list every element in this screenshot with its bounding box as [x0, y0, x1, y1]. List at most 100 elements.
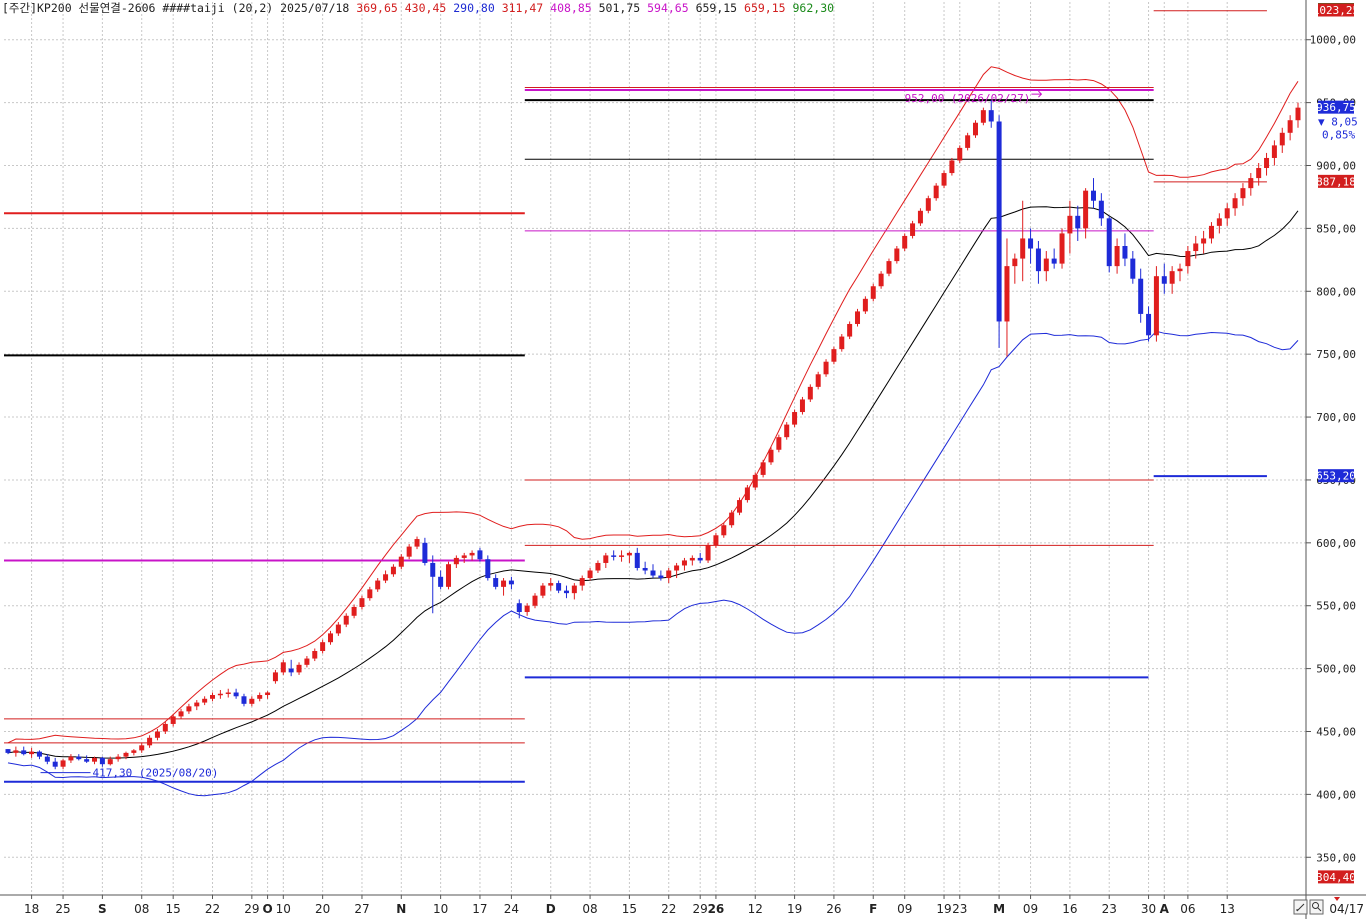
- candle-body: [949, 160, 955, 174]
- candle: [139, 742, 145, 753]
- candle-body: [862, 298, 868, 312]
- candle: [335, 622, 341, 636]
- candle-body: [548, 583, 554, 586]
- x-tick-label: 15: [622, 902, 637, 916]
- candle: [1216, 213, 1222, 234]
- candle-body: [367, 589, 373, 599]
- candle: [501, 578, 507, 596]
- header-value: 501,75: [592, 1, 640, 15]
- candle: [933, 183, 939, 201]
- candle: [1059, 228, 1065, 269]
- y-tick-label: 800,00: [1316, 285, 1356, 298]
- candle-body: [445, 564, 451, 587]
- y-axis: 350,00400,00450,00500,00550,00600,00650,…: [1305, 0, 1359, 919]
- candle: [1201, 230, 1207, 254]
- x-tick-label: F: [869, 902, 877, 916]
- candle: [870, 283, 876, 302]
- candle-body: [658, 575, 664, 579]
- candle: [1208, 222, 1214, 244]
- candle-body: [312, 650, 318, 659]
- candle: [1161, 263, 1167, 294]
- candle-body: [1153, 276, 1159, 336]
- candle: [815, 371, 821, 390]
- y-tick-label: 450,00: [1316, 725, 1356, 738]
- candle-body: [485, 559, 491, 579]
- candle-body: [438, 576, 444, 587]
- candle: [587, 567, 593, 581]
- candle-body: [477, 550, 483, 560]
- header-value: [주간]KP200 선물연결-2606 ####taiji: [2, 1, 225, 15]
- candle: [461, 552, 467, 563]
- candle: [768, 447, 774, 465]
- candle-body: [910, 223, 916, 236]
- candle-body: [1043, 258, 1049, 272]
- x-tick-label: 18: [24, 902, 39, 916]
- candle-body: [123, 752, 129, 757]
- y-tick-label: 350,00: [1316, 851, 1356, 864]
- candle-body: [280, 662, 286, 673]
- candle: [1232, 193, 1238, 216]
- candle-body: [737, 500, 743, 513]
- x-tick-label: 29: [244, 902, 259, 916]
- candle-body: [516, 603, 522, 613]
- x-tick-label: 25: [55, 902, 70, 916]
- y-tick-label: 550,00: [1316, 600, 1356, 613]
- y-tick-label: 1000,00: [1310, 34, 1356, 47]
- candle: [508, 576, 514, 590]
- candle: [548, 578, 554, 591]
- candle: [799, 396, 805, 415]
- candle: [807, 384, 813, 402]
- change-percent: 0,85%: [1322, 129, 1355, 142]
- candle: [705, 542, 711, 563]
- candle: [453, 555, 459, 568]
- candle: [886, 258, 892, 277]
- candle: [202, 696, 208, 706]
- y-tick-label: 600,00: [1316, 537, 1356, 550]
- x-tick-label: S: [98, 902, 107, 916]
- chart-canvas[interactable]: 417,30 (2025/08/20) 952,00 (2026/02/27) 3…: [0, 0, 1366, 919]
- candle: [44, 754, 50, 765]
- candle: [1271, 140, 1277, 166]
- x-tick-label: M: [993, 902, 1005, 916]
- header-value: 369,65: [349, 1, 397, 15]
- x-tick-label: A: [1160, 902, 1170, 916]
- candle: [178, 708, 184, 719]
- candle: [438, 570, 444, 590]
- candle: [328, 630, 333, 645]
- candle-body: [29, 751, 35, 755]
- x-tick-label: 19: [936, 902, 951, 916]
- y-tick-label: 900,00: [1316, 160, 1356, 173]
- candle-body: [131, 750, 137, 753]
- candle: [980, 107, 986, 126]
- candle: [414, 536, 420, 550]
- candle: [1122, 233, 1128, 267]
- candle-body: [296, 664, 302, 673]
- candle-body: [44, 756, 50, 762]
- candle: [359, 595, 365, 610]
- candle-body: [556, 583, 562, 591]
- candle-body: [973, 122, 978, 136]
- candle-body: [1271, 145, 1277, 158]
- candle-body: [170, 716, 176, 724]
- candle-body: [13, 750, 19, 753]
- candle: [1035, 240, 1041, 284]
- candle-body: [681, 560, 687, 566]
- candle-body: [469, 552, 475, 556]
- x-tick-label: 06: [1180, 902, 1195, 916]
- candle-body: [595, 562, 601, 571]
- candle: [996, 115, 1002, 348]
- candle-body: [831, 349, 837, 362]
- zoom-icon[interactable]: [1309, 899, 1324, 915]
- candle-body: [697, 557, 703, 561]
- change-value: ▼ 8,05: [1318, 116, 1358, 129]
- candle-body: [1248, 178, 1254, 189]
- candle-body: [68, 756, 74, 761]
- candle: [925, 195, 931, 214]
- y-tick-label: 850,00: [1316, 222, 1356, 235]
- candle-body: [154, 731, 160, 738]
- candle: [68, 754, 74, 763]
- candle: [131, 749, 137, 756]
- candle-body: [571, 585, 577, 594]
- candle: [375, 578, 381, 592]
- candle-body: [461, 555, 467, 558]
